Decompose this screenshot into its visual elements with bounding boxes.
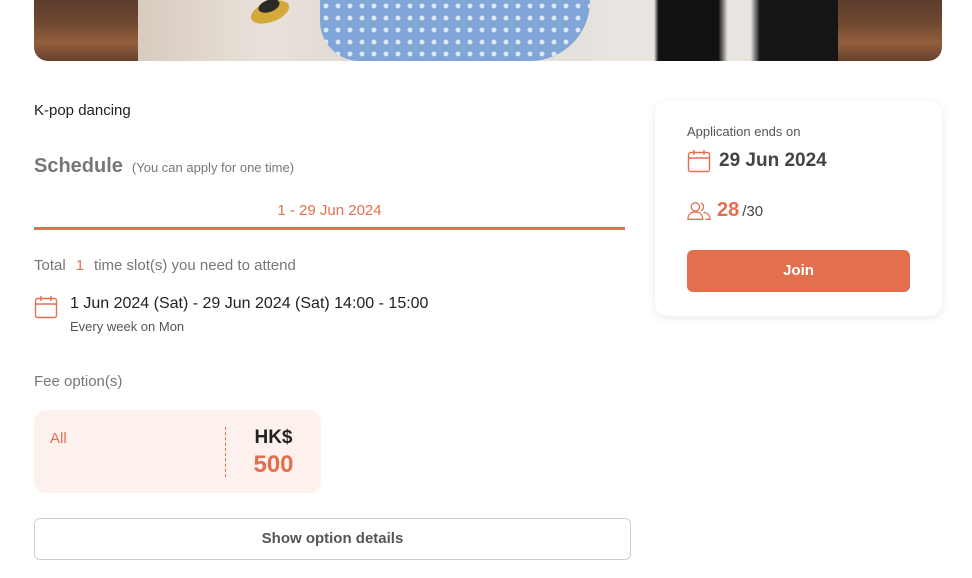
schedule-note: (You can apply for one time) bbox=[131, 160, 295, 175]
session-item: 1 Jun 2024 (Sat) - 29 Jun 2024 (Sat) 14:… bbox=[34, 293, 428, 334]
people-icon bbox=[687, 201, 711, 220]
hero-image-carousel[interactable] bbox=[34, 0, 942, 61]
application-card: Application ends on 29 Jun 2024 28 /30 J… bbox=[655, 101, 942, 316]
hero-image-detail bbox=[608, 0, 838, 61]
fee-option-card[interactable]: All HK$ 500 bbox=[34, 410, 321, 493]
total-timeslots: Total 1 time slot(s) you need to attend bbox=[34, 257, 296, 274]
fee-options-label: Fee option(s) bbox=[34, 373, 123, 390]
total-count: 1 bbox=[75, 257, 85, 274]
schedule-tab[interactable]: 1 - 29 Jun 2024 bbox=[34, 199, 625, 230]
fee-option-name: All bbox=[50, 430, 67, 447]
application-end-date: 29 Jun 2024 bbox=[719, 150, 827, 171]
session-dates: 1 Jun 2024 (Sat) - 29 Jun 2024 (Sat) 14:… bbox=[70, 295, 429, 312]
enrollment-quota: 28 /30 bbox=[687, 199, 763, 222]
application-ends-label: Application ends on bbox=[687, 124, 801, 139]
fee-currency: HK$ bbox=[254, 427, 293, 448]
carousel-next-image[interactable] bbox=[838, 0, 942, 61]
application-deadline: 29 Jun 2024 bbox=[687, 149, 827, 173]
capacity-count: /30 bbox=[742, 203, 764, 220]
session-recurrence: Every week on Mon bbox=[70, 319, 185, 334]
fee-amount: 500 bbox=[253, 451, 294, 478]
fee-price: HK$ 500 bbox=[226, 426, 321, 480]
hero-main-image bbox=[138, 0, 838, 61]
carousel-prev-image[interactable] bbox=[34, 0, 138, 61]
hero-image-detail bbox=[320, 0, 590, 61]
calendar-icon bbox=[34, 296, 58, 319]
schedule-title: Schedule bbox=[34, 155, 123, 177]
total-suffix: time slot(s) you need to attend bbox=[94, 257, 296, 274]
schedule-tab-label: 1 - 29 Jun 2024 bbox=[277, 202, 382, 219]
calendar-icon bbox=[687, 150, 711, 173]
enrolled-count: 28 bbox=[717, 199, 740, 221]
schedule-heading: Schedule (You can apply for one time) bbox=[34, 155, 294, 178]
join-button[interactable]: Join bbox=[687, 250, 910, 292]
total-prefix: Total bbox=[34, 257, 66, 274]
activity-title: K-pop dancing bbox=[34, 102, 131, 119]
show-option-details-button[interactable]: Show option details bbox=[34, 518, 631, 560]
